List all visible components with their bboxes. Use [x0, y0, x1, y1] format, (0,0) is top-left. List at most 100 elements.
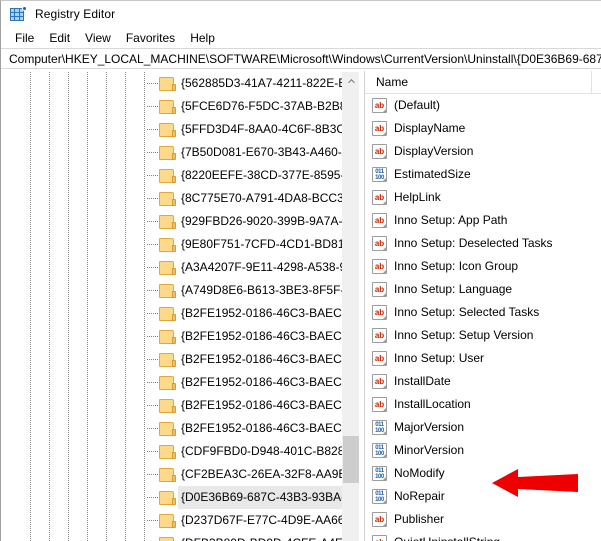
registry-value-row[interactable]: ab Inno Setup: Language	[365, 278, 601, 301]
folder-icon	[159, 76, 176, 91]
tree-connector-line	[147, 152, 158, 153]
tree-item[interactable]: {CF2BEA3C-26EA-32F8-AA9B-33	[1, 463, 359, 486]
tree-item-label-wrap: {B2FE1952-0186-46C3-BAEC-A80	[178, 348, 359, 371]
tree-item[interactable]: {B2FE1952-0186-46C3-BAEC-A80	[1, 348, 359, 371]
tree-item[interactable]: {8220EEFE-38CD-377E-8595-1339	[1, 164, 359, 187]
registry-value-row[interactable]: ab Inno Setup: App Path	[365, 209, 601, 232]
tree-item[interactable]: {B2FE1952-0186-46C3-BAEC-A80	[1, 325, 359, 348]
registry-value-row[interactable]: ab Publisher	[365, 508, 601, 531]
tree-item[interactable]: {5FFD3D4F-8AA0-4C6F-8B3C-AB	[1, 118, 359, 141]
registry-value-row[interactable]: 011 100 MajorVersion	[365, 416, 601, 439]
menu-bar: File Edit View Favorites Help	[1, 27, 601, 48]
registry-value-name: MajorVersion	[394, 420, 465, 434]
string-value-icon: ab	[372, 121, 387, 136]
registry-value-row[interactable]: 011 100 NoModify	[365, 462, 601, 485]
scroll-thumb[interactable]	[343, 436, 359, 483]
registry-value-name: NoRepair	[394, 489, 445, 503]
tree-item-label-wrap: {D237D67F-E77C-4D9E-AA66-8B7	[178, 509, 359, 532]
registry-value-row[interactable]: ab Inno Setup: User	[365, 347, 601, 370]
tree-item[interactable]: {B2FE1952-0186-46C3-BAEC-A80	[1, 302, 359, 325]
registry-value-name: MinorVersion	[394, 443, 465, 457]
tree-item-label-wrap: {929FBD26-9020-399B-9A7A-751I	[178, 210, 359, 233]
registry-value-row[interactable]: ab Inno Setup: Selected Tasks	[365, 301, 601, 324]
string-value-icon: ab	[372, 512, 387, 527]
registry-value-name: Inno Setup: App Path	[394, 213, 508, 227]
tree-vertical-scrollbar[interactable]	[342, 72, 359, 541]
tree-item-label: {7B50D081-E670-3B43-A460-0E20	[181, 145, 359, 159]
tree-item-label-wrap: {B2FE1952-0186-46C3-BAEC-A80	[178, 302, 359, 325]
tree-item[interactable]: {D0E36B69-687C-43B3-93BA-5E4	[1, 486, 359, 509]
string-value-icon: ab	[372, 144, 387, 159]
folder-icon	[159, 329, 176, 344]
tree-connector-line	[147, 129, 158, 130]
tree-item[interactable]: {B2FE1952-0186-46C3-BAEC-A80	[1, 394, 359, 417]
registry-value-row[interactable]: ab DisplayVersion	[365, 140, 601, 163]
tree-item-label: {929FBD26-9020-399B-9A7A-751I	[181, 214, 359, 228]
registry-value-row[interactable]: 011 100 NoRepair	[365, 485, 601, 508]
registry-value-row[interactable]: ab InstallLocation	[365, 393, 601, 416]
registry-value-row[interactable]: 011 100 MinorVersion	[365, 439, 601, 462]
tree-item-label: {8C775E70-A791-4DA8-BCC3-6A	[181, 191, 359, 205]
tree-item[interactable]: {DFB3B89D-BD9D-4CFE-A4E9-E6	[1, 532, 359, 541]
registry-value-row[interactable]: ab InstallDate	[365, 370, 601, 393]
tree-item[interactable]: {CDF9FBD0-D948-401C-B828-40D	[1, 440, 359, 463]
registry-value-row[interactable]: ab Inno Setup: Deselected Tasks	[365, 232, 601, 255]
registry-tree-pane: {562885D3-41A7-4211-822E-B1B1 {5FCE6D76-F…	[1, 71, 359, 541]
tree-item[interactable]: {7B50D081-E670-3B43-A460-0E20	[1, 141, 359, 164]
registry-tree[interactable]: {562885D3-41A7-4211-822E-B1B1 {5FCE6D76-F…	[1, 72, 359, 541]
registry-value-row[interactable]: ab Inno Setup: Icon Group	[365, 255, 601, 278]
menu-edit[interactable]: Edit	[42, 29, 78, 47]
tree-item[interactable]: {B2FE1952-0186-46C3-BAEC-A80	[1, 417, 359, 440]
folder-icon	[159, 398, 176, 413]
string-value-icon: ab	[372, 535, 387, 541]
registry-values-list[interactable]: ab (Default) ab DisplayName ab DisplayVersion…	[365, 94, 601, 541]
tree-item[interactable]: {562885D3-41A7-4211-822E-B1B1	[1, 72, 359, 95]
tree-item[interactable]: {A749D8E6-B613-3BE3-8F5F-0450	[1, 279, 359, 302]
string-value-icon: ab	[372, 190, 387, 205]
tree-item-label: {5FFD3D4F-8AA0-4C6F-8B3C-AB	[181, 122, 359, 136]
folder-icon	[159, 513, 176, 528]
registry-value-name: HelpLink	[394, 190, 441, 204]
menu-favorites[interactable]: Favorites	[119, 29, 183, 47]
menu-help[interactable]: Help	[183, 29, 223, 47]
tree-item-label: {CDF9FBD0-D948-401C-B828-40D	[181, 444, 359, 458]
registry-value-row[interactable]: 011 100 EstimatedSize	[365, 163, 601, 186]
tree-item[interactable]: {D237D67F-E77C-4D9E-AA66-8B7	[1, 509, 359, 532]
registry-path: Computer\HKEY_LOCAL_MACHINE\SOFTWARE\Mic…	[9, 51, 601, 66]
tree-item[interactable]: {A3A4207F-9E11-4298-A538-9573	[1, 256, 359, 279]
menu-file[interactable]: File	[8, 29, 42, 47]
tree-item[interactable]: {8C775E70-A791-4DA8-BCC3-6A	[1, 187, 359, 210]
string-value-icon: ab	[372, 374, 387, 389]
registry-value-row[interactable]: ab (Default)	[365, 94, 601, 117]
title-bar: Registry Editor	[1, 1, 601, 27]
folder-icon	[159, 122, 176, 137]
tree-item-label: {A749D8E6-B613-3BE3-8F5F-0450	[181, 283, 359, 297]
tree-connector-line	[147, 313, 158, 314]
tree-item[interactable]: {9E80F751-7CFD-4CD1-BD81-7C4	[1, 233, 359, 256]
tree-item-label-wrap: {5FCE6D76-F5DC-37AB-B2B8-22A	[178, 95, 359, 118]
tree-item-label: {B2FE1952-0186-46C3-BAEC-A80	[181, 329, 359, 343]
registry-value-row[interactable]: ab Inno Setup: Setup Version	[365, 324, 601, 347]
folder-icon	[159, 490, 176, 505]
address-bar[interactable]: Computer\HKEY_LOCAL_MACHINE\SOFTWARE\Mic…	[1, 48, 601, 69]
tree-item[interactable]: {929FBD26-9020-399B-9A7A-751I	[1, 210, 359, 233]
window-title: Registry Editor	[35, 7, 116, 21]
scroll-up-button[interactable]	[343, 72, 359, 89]
tree-item-label: {A3A4207F-9E11-4298-A538-9573	[181, 260, 359, 274]
tree-item[interactable]: {B2FE1952-0186-46C3-BAEC-A80	[1, 371, 359, 394]
tree-connector-line	[147, 244, 158, 245]
registry-value-row[interactable]: ab DisplayName	[365, 117, 601, 140]
registry-value-row[interactable]: ab HelpLink	[365, 186, 601, 209]
registry-value-row[interactable]: ab QuietUninstallString	[365, 531, 601, 541]
tree-item[interactable]: {5FCE6D76-F5DC-37AB-B2B8-22A	[1, 95, 359, 118]
tree-item-label: {B2FE1952-0186-46C3-BAEC-A80	[181, 421, 359, 435]
tree-item-label-wrap: {D0E36B69-687C-43B3-93BA-5E4	[178, 486, 359, 509]
tree-item-label: {DFB3B89D-BD9D-4CFE-A4E9-E6	[181, 536, 359, 541]
tree-item-label: {D237D67F-E77C-4D9E-AA66-8B7	[181, 513, 359, 527]
tree-connector-line	[147, 175, 158, 176]
column-header-name[interactable]: Name	[365, 71, 592, 94]
dword-value-icon: 011 100	[372, 443, 387, 458]
registry-value-name: Inno Setup: Selected Tasks	[394, 305, 540, 319]
menu-view[interactable]: View	[78, 29, 119, 47]
folder-icon	[159, 444, 176, 459]
